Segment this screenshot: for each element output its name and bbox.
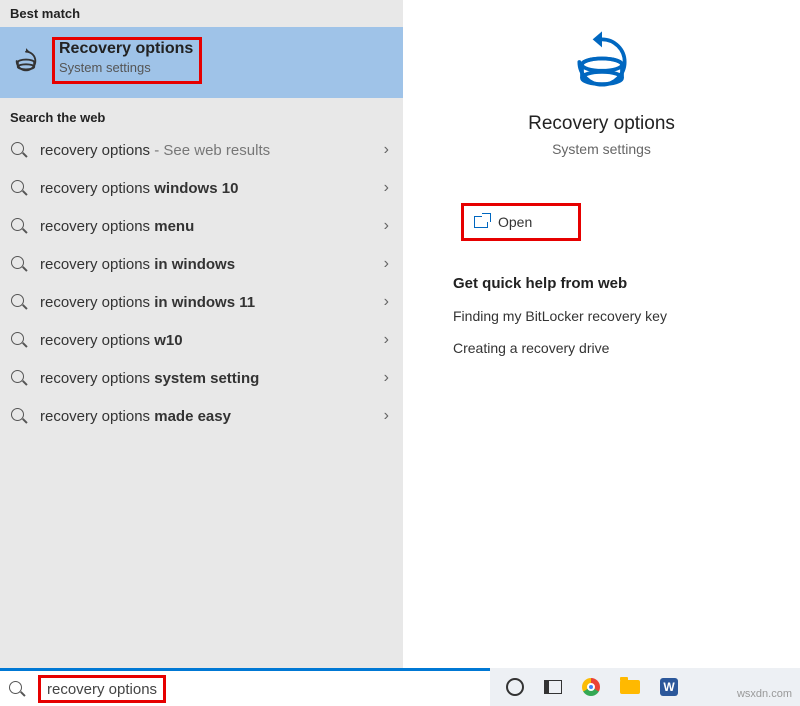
quick-help-link[interactable]: Finding my BitLocker recovery key	[453, 308, 800, 324]
quick-help-section: Get quick help from web Finding my BitLo…	[453, 275, 800, 356]
search-icon	[10, 217, 28, 235]
search-icon	[10, 331, 28, 349]
best-match-result[interactable]: Recovery options System settings	[0, 27, 403, 98]
web-result-text: recovery options system setting	[40, 370, 259, 387]
web-result-item[interactable]: recovery options in windows 11 ›	[0, 283, 403, 321]
web-result-text: recovery options - See web results	[40, 142, 270, 159]
detail-title: Recovery options	[403, 113, 800, 135]
search-icon	[10, 179, 28, 197]
quick-help-link[interactable]: Creating a recovery drive	[453, 340, 800, 356]
open-button[interactable]: Open	[461, 203, 581, 241]
task-view-icon[interactable]	[544, 680, 562, 694]
web-results-list: recovery options - See web results›recov…	[0, 131, 403, 435]
web-result-item[interactable]: recovery options windows 10 ›	[0, 169, 403, 207]
taskbar: W	[490, 668, 800, 706]
chevron-right-icon: ›	[384, 331, 389, 349]
web-result-text: recovery options menu	[40, 218, 194, 235]
best-match-subtitle: System settings	[59, 60, 193, 75]
search-input[interactable]: recovery options	[38, 675, 166, 703]
chrome-icon[interactable]	[582, 678, 600, 696]
web-result-item[interactable]: recovery options in windows ›	[0, 245, 403, 283]
chevron-right-icon: ›	[384, 141, 389, 159]
watermark: wsxdn.com	[737, 688, 792, 700]
best-match-text-box: Recovery options System settings	[52, 37, 202, 84]
recovery-icon	[12, 47, 40, 75]
web-result-text: recovery options made easy	[40, 408, 231, 425]
chevron-right-icon: ›	[384, 407, 389, 425]
search-bar[interactable]: recovery options	[0, 668, 490, 706]
recovery-icon	[570, 81, 634, 98]
open-icon	[474, 216, 488, 228]
web-result-text: recovery options windows 10	[40, 180, 238, 197]
chevron-right-icon: ›	[384, 217, 389, 235]
web-result-item[interactable]: recovery options menu ›	[0, 207, 403, 245]
word-icon[interactable]: W	[660, 678, 678, 696]
detail-hero: Recovery options System settings	[403, 30, 800, 157]
chevron-right-icon: ›	[384, 293, 389, 311]
cortana-icon[interactable]	[506, 678, 524, 696]
web-result-item[interactable]: recovery options system setting ›	[0, 359, 403, 397]
search-icon	[10, 293, 28, 311]
quick-help-title: Get quick help from web	[453, 275, 800, 292]
search-icon	[10, 141, 28, 159]
best-match-header: Best match	[0, 0, 403, 27]
web-result-text: recovery options in windows	[40, 256, 235, 273]
detail-panel: Recovery options System settings Open Ge…	[403, 0, 800, 668]
chevron-right-icon: ›	[384, 179, 389, 197]
detail-subtitle: System settings	[403, 141, 800, 157]
search-icon	[10, 407, 28, 425]
search-icon	[8, 680, 26, 698]
search-web-header: Search the web	[0, 104, 403, 131]
web-result-item[interactable]: recovery options - See web results ›	[0, 131, 403, 169]
chevron-right-icon: ›	[384, 255, 389, 273]
search-results-panel: Best match Recovery options System setti…	[0, 0, 403, 668]
file-explorer-icon[interactable]	[620, 680, 640, 694]
search-icon	[10, 369, 28, 387]
web-result-text: recovery options w10	[40, 332, 183, 349]
web-result-item[interactable]: recovery options made easy ›	[0, 397, 403, 435]
web-result-item[interactable]: recovery options w10 ›	[0, 321, 403, 359]
chevron-right-icon: ›	[384, 369, 389, 387]
web-result-text: recovery options in windows 11	[40, 294, 255, 311]
search-icon	[10, 255, 28, 273]
best-match-title: Recovery options	[59, 40, 193, 58]
open-label: Open	[498, 214, 532, 230]
